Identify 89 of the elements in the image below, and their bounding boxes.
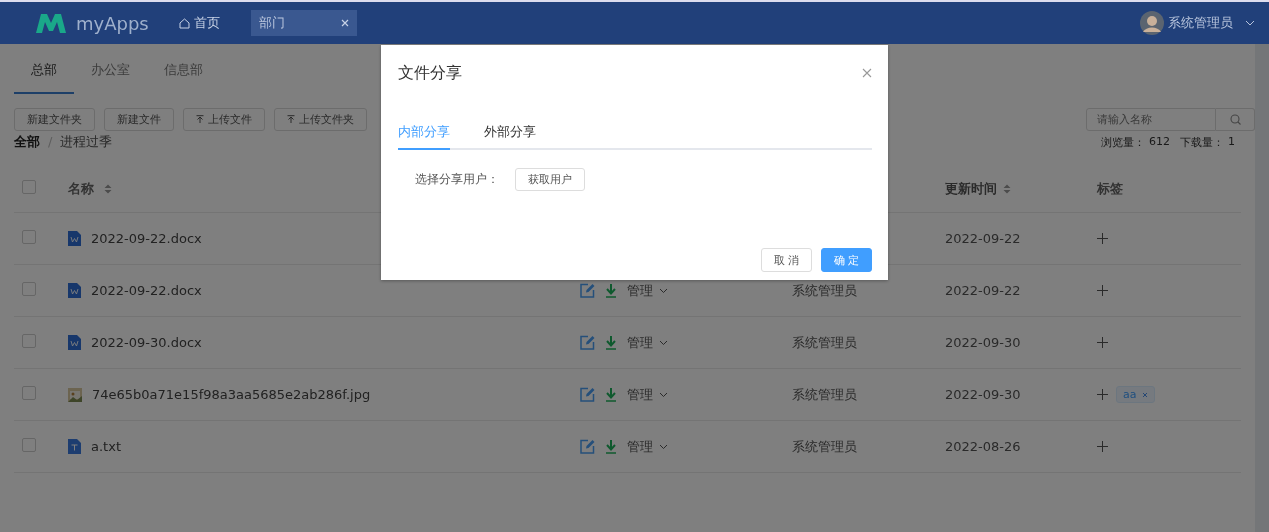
updated-date: 2022-08-26 (945, 439, 1021, 454)
owner-name: 系统管理员 (792, 438, 857, 454)
avatar-icon[interactable] (1140, 11, 1164, 35)
edit-icon[interactable] (580, 283, 595, 298)
manage-dropdown[interactable]: 管理 (627, 385, 668, 404)
downloads-count: 1 (1228, 134, 1235, 150)
breadcrumb-separator: / (48, 134, 53, 149)
edit-icon[interactable] (580, 335, 595, 350)
select-all-checkbox[interactable] (22, 180, 36, 194)
fetch-users-button[interactable]: 获取用户 (515, 168, 585, 191)
upload-button[interactable]: 上传文件 (183, 108, 265, 131)
download-icon[interactable] (605, 439, 617, 454)
file-name[interactable]: 2022-09-22.docx (91, 231, 202, 246)
chevron-down-icon (659, 287, 668, 294)
field-label: 选择分享用户： (415, 171, 499, 188)
row-checkbox[interactable] (22, 334, 36, 348)
file-name[interactable]: 74e65b0a71e15f98a3aa5685e2ab286f.jpg (92, 387, 371, 402)
views-label: 浏览量： (1101, 134, 1145, 150)
department-tab[interactable]: 办公室 (74, 44, 147, 94)
file-name[interactable]: 2022-09-22.docx (91, 283, 202, 298)
chevron-down-icon (659, 391, 668, 398)
document-icon (68, 231, 81, 246)
edit-icon[interactable] (580, 387, 595, 402)
tag[interactable]: aa (1116, 386, 1156, 403)
chevron-down-icon (659, 443, 668, 450)
cancel-button[interactable]: 取 消 (761, 248, 812, 272)
breadcrumb-link[interactable]: 全部 (14, 134, 40, 149)
share-tab[interactable]: 外部分享 (484, 120, 536, 148)
app-name: myApps (76, 12, 149, 34)
upload-button[interactable]: 上传文件夹 (274, 108, 367, 131)
search-button[interactable] (1216, 108, 1255, 131)
department-tab[interactable]: 信息部 (147, 44, 220, 94)
upload-icon (287, 115, 295, 124)
close-icon[interactable] (341, 19, 349, 27)
row-checkbox[interactable] (22, 438, 36, 452)
column-header[interactable]: 更新时间 (945, 179, 997, 198)
edit-icon[interactable] (580, 439, 595, 454)
sort-icon[interactable] (1003, 183, 1011, 194)
confirm-button[interactable]: 确 定 (821, 248, 872, 272)
upload-icon (196, 115, 204, 124)
logo-icon (34, 12, 68, 34)
page-tab[interactable]: 部门 (251, 10, 357, 36)
document-icon (68, 335, 81, 350)
sort-icon[interactable] (104, 183, 112, 194)
owner-name: 系统管理员 (792, 386, 857, 402)
owner-name: 系统管理员 (792, 282, 857, 298)
file-name[interactable]: 2022-09-30.docx (91, 335, 202, 350)
dialog-title: 文件分享 (398, 62, 462, 84)
manage-dropdown[interactable]: 管理 (627, 437, 668, 456)
row-checkbox[interactable] (22, 282, 36, 296)
updated-date: 2022-09-30 (945, 335, 1021, 350)
user-name[interactable]: 系统管理员 (1168, 14, 1233, 32)
search-icon (1229, 114, 1241, 125)
close-icon[interactable] (1142, 391, 1149, 398)
document-icon (68, 439, 81, 454)
column-header[interactable]: 名称 (68, 179, 94, 198)
add-icon[interactable] (1097, 233, 1108, 244)
image-file-icon (68, 387, 82, 402)
add-icon[interactable] (1097, 337, 1108, 348)
document-icon (68, 283, 81, 298)
download-icon[interactable] (605, 335, 617, 350)
add-icon[interactable] (1097, 389, 1108, 400)
new-button[interactable]: 新建文件夹 (14, 108, 95, 131)
updated-date: 2022-09-30 (945, 387, 1021, 402)
close-icon[interactable] (862, 68, 872, 78)
breadcrumb-current: 进程过季 (60, 134, 113, 149)
department-tab[interactable]: 总部 (14, 44, 74, 94)
downloads-label: 下载量： (1180, 134, 1224, 150)
row-checkbox[interactable] (22, 386, 36, 400)
manage-dropdown[interactable]: 管理 (627, 281, 668, 300)
owner-name: 系统管理员 (792, 334, 857, 350)
updated-date: 2022-09-22 (945, 283, 1021, 298)
download-icon[interactable] (605, 283, 617, 298)
add-icon[interactable] (1097, 285, 1108, 296)
views-count: 612 (1149, 134, 1170, 150)
chevron-down-icon (659, 339, 668, 346)
updated-date: 2022-09-22 (945, 231, 1021, 246)
search-field[interactable]: 请输入名称 (1086, 108, 1216, 131)
manage-dropdown[interactable]: 管理 (627, 333, 668, 352)
home-link[interactable]: 首页 (179, 14, 251, 32)
download-icon[interactable] (605, 387, 617, 402)
file-name[interactable]: a.txt (91, 439, 121, 454)
row-checkbox[interactable] (22, 230, 36, 244)
chevron-down-icon[interactable] (1245, 20, 1255, 26)
home-icon (179, 17, 190, 29)
new-button[interactable]: 新建文件 (104, 108, 174, 131)
column-header: 标签 (1097, 179, 1123, 198)
share-tab[interactable]: 内部分享 (398, 120, 450, 150)
add-icon[interactable] (1097, 441, 1108, 452)
